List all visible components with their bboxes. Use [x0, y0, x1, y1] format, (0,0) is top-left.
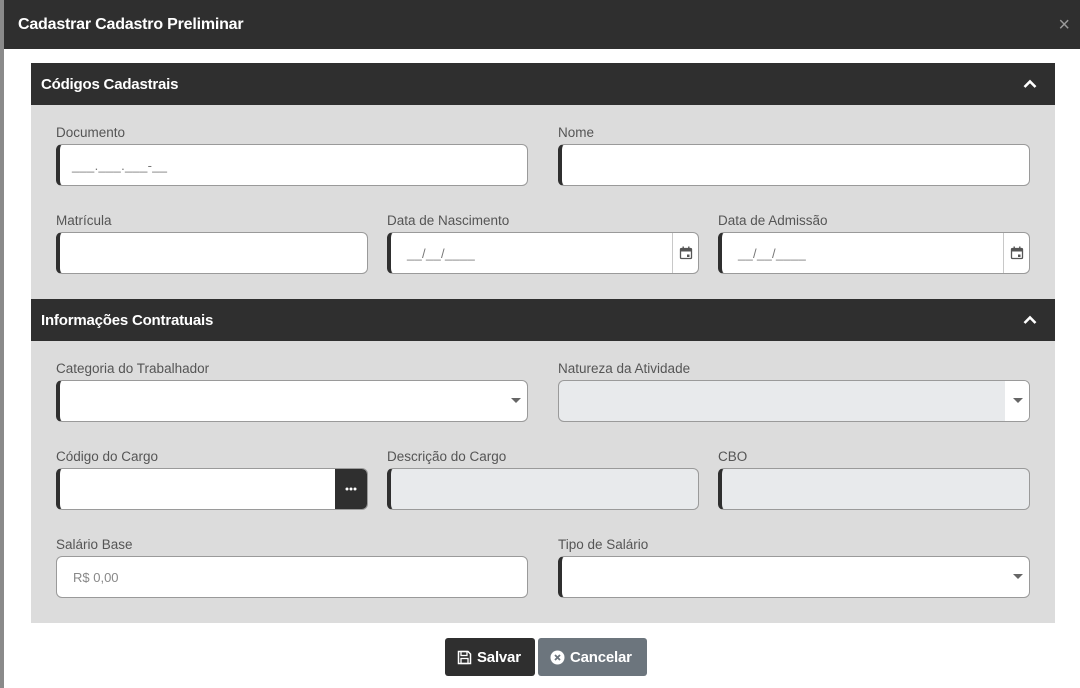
documento-mask: ___.___.___-__ — [72, 157, 168, 173]
ellipsis-icon[interactable] — [335, 469, 367, 509]
section-title: Informações Contratuais — [41, 311, 214, 329]
descricao-cargo-label: Descrição do Cargo — [387, 449, 507, 464]
x-circle-icon — [550, 650, 565, 665]
modal-title: Cadastrar Cadastro Preliminar — [18, 15, 244, 33]
categoria-select[interactable] — [56, 380, 528, 422]
section-header-codigos[interactable]: Códigos Cadastrais — [31, 63, 1055, 105]
matricula-label: Matrícula — [56, 213, 112, 228]
cbo-input — [718, 468, 1030, 510]
chevron-up-icon[interactable] — [1023, 77, 1037, 91]
codigo-cargo-label: Código do Cargo — [56, 449, 159, 464]
section-informacoes-contratuais: Informações Contratuais Categoria do Tra… — [31, 299, 1055, 623]
salario-base-input[interactable]: R$ 0,00 — [56, 556, 528, 598]
natureza-label: Natureza da Atividade — [558, 361, 691, 376]
tipo-salario-label: Tipo de Salário — [558, 537, 649, 552]
documento-label: Documento — [56, 125, 126, 140]
floppy-disk-icon — [457, 650, 472, 665]
salario-base-label: Salário Base — [56, 537, 133, 552]
codigo-cargo-input[interactable] — [56, 468, 368, 510]
data-nascimento-mask: __/__/____ — [407, 245, 476, 261]
caret-down-icon[interactable] — [1013, 398, 1023, 403]
documento-input[interactable]: ___.___.___-__ — [56, 144, 528, 186]
cancel-button[interactable]: Cancelar — [538, 638, 647, 676]
chevron-up-icon[interactable] — [1023, 313, 1037, 327]
caret-down-icon[interactable] — [511, 398, 521, 403]
data-nascimento-label: Data de Nascimento — [387, 213, 510, 228]
categoria-label: Categoria do Trabalhador — [56, 361, 210, 376]
calendar-icon[interactable] — [672, 233, 698, 273]
section-codigos-cadastrais: Códigos Cadastrais Documento ___.___.___… — [31, 63, 1055, 299]
section-header-contratuais[interactable]: Informações Contratuais — [31, 299, 1055, 341]
cancel-label: Cancelar — [570, 648, 632, 666]
matricula-input[interactable] — [56, 232, 368, 274]
data-nascimento-input[interactable]: __/__/____ — [387, 232, 699, 274]
cadastro-preliminar-modal: Cadastrar Cadastro Preliminar × Códigos … — [4, 0, 1080, 688]
save-label: Salvar — [477, 648, 521, 666]
data-admissao-mask: __/__/____ — [738, 245, 807, 261]
data-admissao-input[interactable]: __/__/____ — [718, 232, 1030, 274]
natureza-select[interactable] — [558, 380, 1030, 422]
caret-down-icon[interactable] — [1013, 574, 1023, 579]
tipo-salario-select[interactable] — [558, 556, 1030, 598]
cbo-label: CBO — [718, 449, 748, 464]
data-admissao-label: Data de Admissão — [718, 213, 828, 228]
modal-footer: Salvar Cancelar — [4, 638, 1080, 676]
save-button[interactable]: Salvar — [445, 638, 535, 676]
descricao-cargo-input — [387, 468, 699, 510]
nome-input[interactable] — [558, 144, 1030, 186]
close-icon[interactable]: × — [1058, 15, 1070, 35]
modal-header: Cadastrar Cadastro Preliminar × — [4, 0, 1080, 49]
nome-label: Nome — [558, 125, 595, 140]
calendar-icon[interactable] — [1003, 233, 1029, 273]
section-title: Códigos Cadastrais — [41, 75, 179, 93]
salario-base-placeholder: R$ 0,00 — [73, 569, 119, 585]
